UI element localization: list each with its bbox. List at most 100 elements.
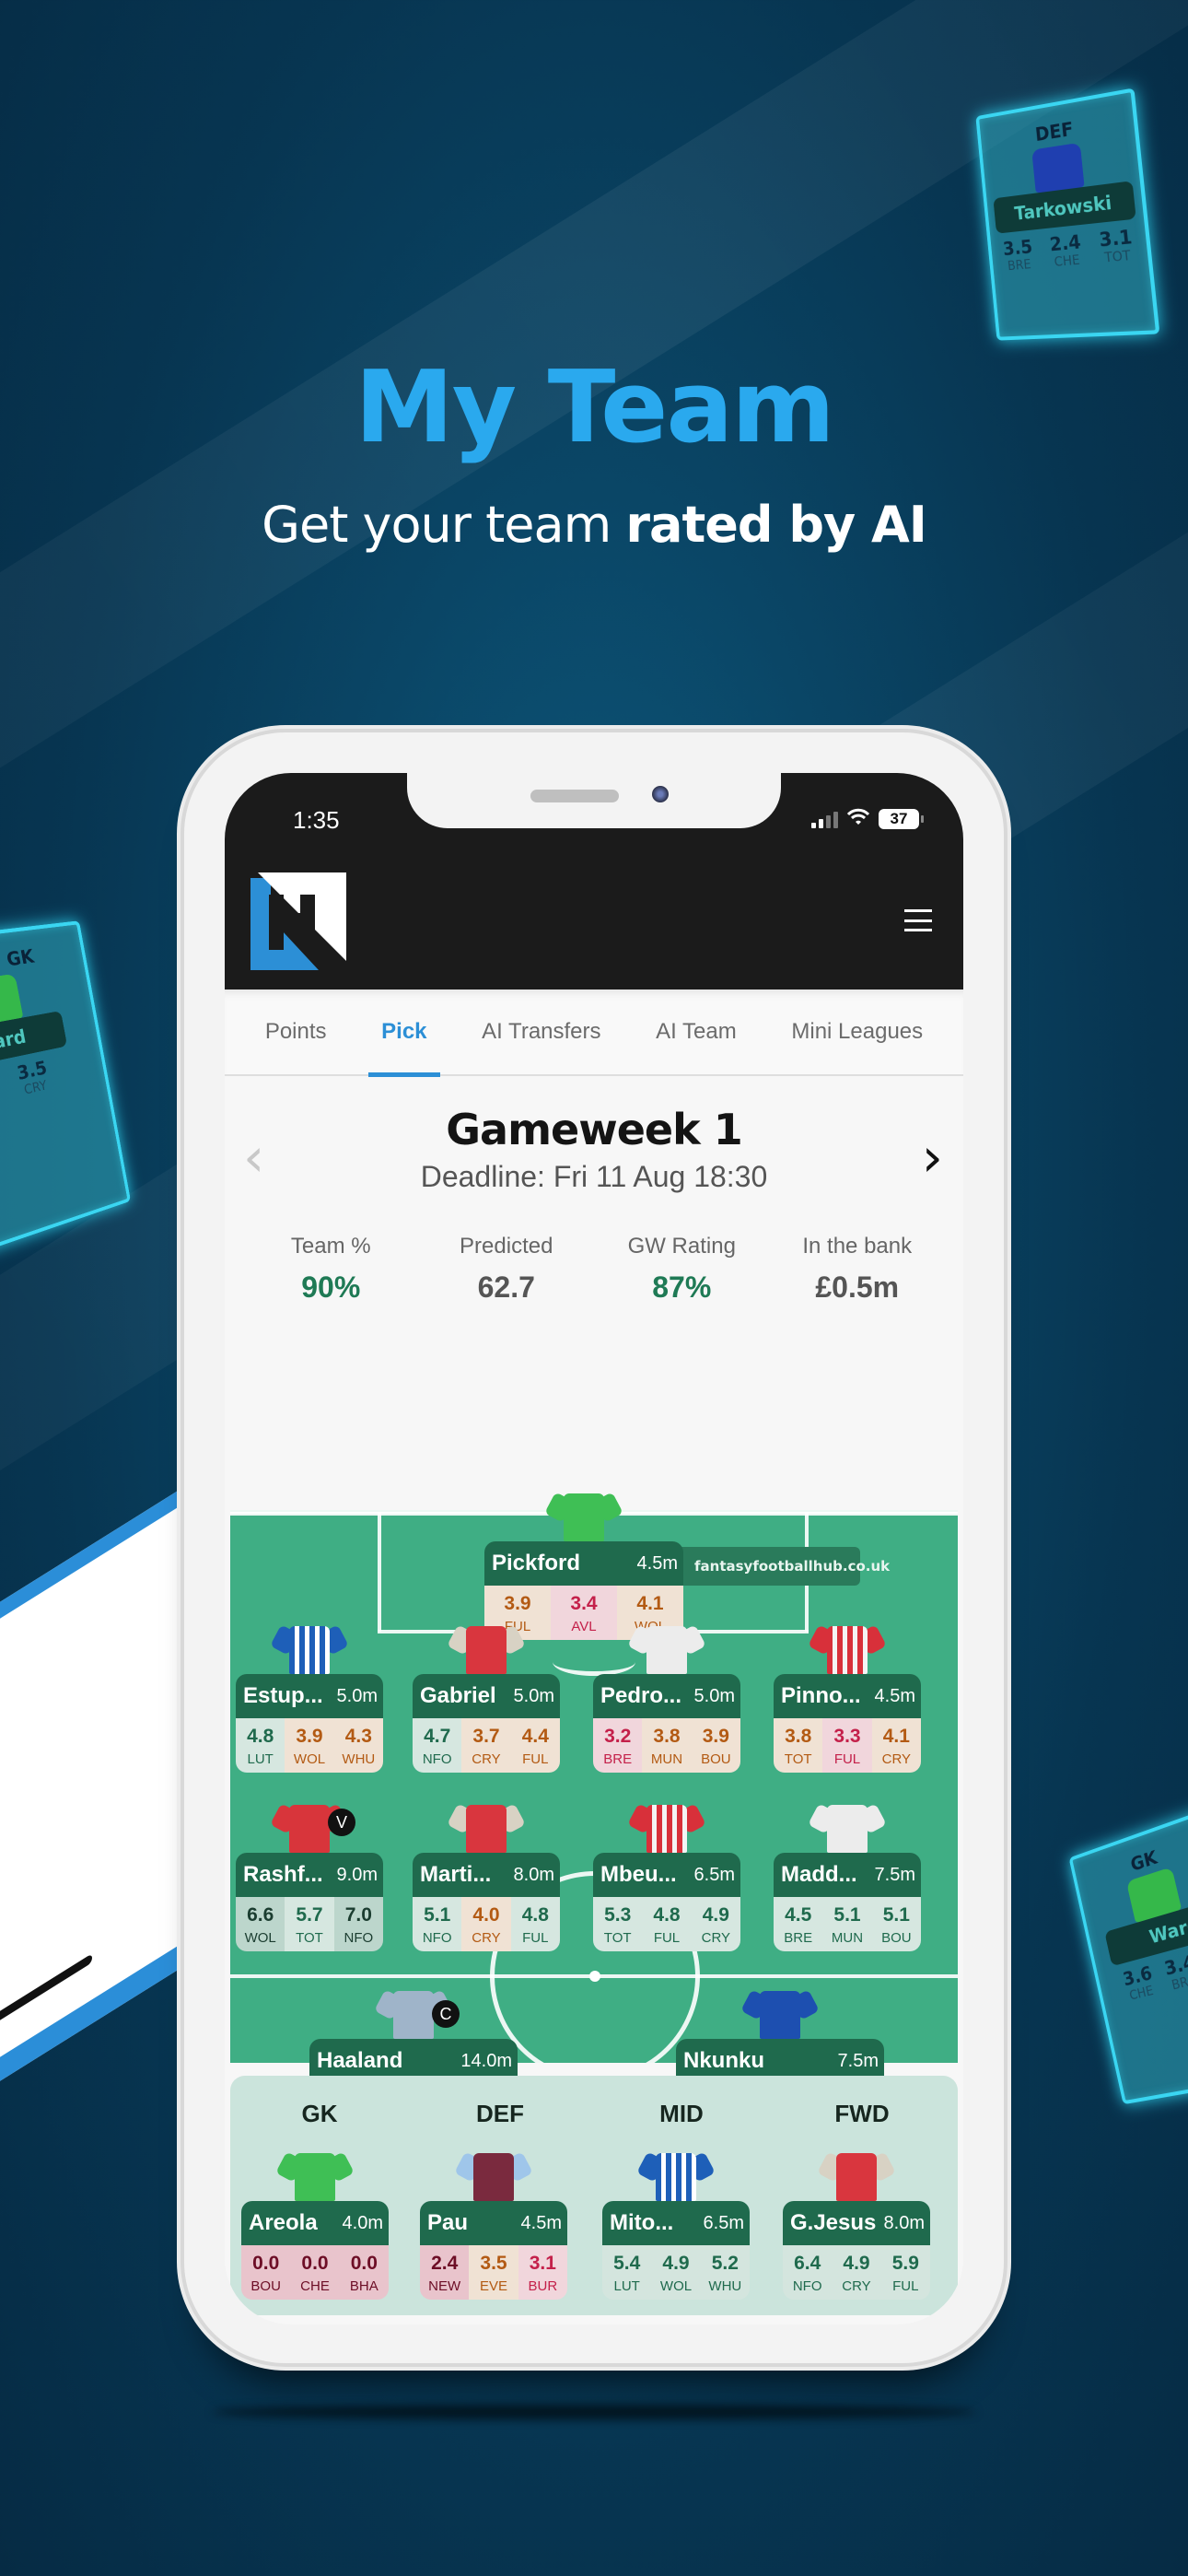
player-slot[interactable]: Mbeu... 6.5m 5.3 TOT 4.8 FUL 4.9 CRY bbox=[593, 1801, 740, 1951]
bench-position-label: DEF bbox=[476, 2100, 524, 2127]
floating-card-fixture: 3.1 TOT bbox=[1098, 225, 1135, 265]
fixture: 7.0 NFO bbox=[333, 1897, 383, 1951]
fixture: 3.2 BRE bbox=[593, 1718, 643, 1773]
player-card: Mito... 6.5m 5.4 LUT 4.9 WOL 5.2 WHU bbox=[602, 2201, 750, 2300]
fantasy-football-hub-logo[interactable] bbox=[250, 872, 346, 970]
player-price: 4.0m bbox=[342, 2212, 383, 2233]
fixture-value: 5.3 bbox=[604, 1904, 632, 1926]
player-shirt bbox=[420, 2149, 567, 2201]
player-card-header: Mito... 6.5m bbox=[602, 2201, 750, 2245]
team-stats: Team % 90% Predicted 62.7 GW Rating 87% … bbox=[225, 1234, 963, 1305]
fixture: 0.0 BOU bbox=[241, 2245, 291, 2300]
bench-player-slot[interactable]: G.Jesus 8.0m 6.4 NFO 4.9 CRY 5.9 FUL bbox=[783, 2149, 930, 2300]
player-name: Rashf... bbox=[243, 1862, 323, 1887]
player-card: Areola 4.0m 0.0 BOU 0.0 CHE 0.0 BHA bbox=[241, 2201, 389, 2300]
fixture-opponent: CHE bbox=[1054, 252, 1081, 270]
player-price: 5.0m bbox=[693, 1685, 735, 1706]
player-slot[interactable]: Madd... 7.5m 4.5 BRE 5.1 MUN 5.1 BOU bbox=[774, 1801, 921, 1951]
fixture-opponent: BOU bbox=[881, 1930, 912, 1946]
fixture-opponent: BOU bbox=[250, 2278, 281, 2294]
fixture-value: 5.1 bbox=[833, 1904, 861, 1926]
fixture-opponent: MUN bbox=[650, 1751, 683, 1767]
player-slot[interactable]: V Rashf... 9.0m 6.6 WOL 5.7 TOT 7.0 NFO bbox=[236, 1801, 383, 1951]
fixture-opponent: FUL bbox=[522, 1751, 549, 1767]
shirt-icon bbox=[270, 1622, 349, 1674]
fixture-value: 7.0 bbox=[344, 1904, 372, 1926]
stat-team-percent: Team % 90% bbox=[248, 1234, 413, 1305]
fixture-value: 4.9 bbox=[662, 2253, 690, 2274]
fixture-value: 5.9 bbox=[891, 2253, 919, 2274]
status-icons: 37 bbox=[811, 808, 924, 830]
watermark: fantasyfootballhub.co.uk bbox=[658, 1547, 890, 1586]
player-fixtures: 5.3 TOT 4.8 FUL 4.9 CRY bbox=[593, 1897, 740, 1951]
hero-subtitle-plain: Get your team bbox=[262, 496, 626, 554]
fixture: 4.8 FUL bbox=[510, 1897, 560, 1951]
fixture: 4.9 WOL bbox=[651, 2245, 701, 2300]
player-name: Pickford bbox=[492, 1551, 581, 1575]
player-shirt bbox=[676, 1987, 884, 2039]
player-shirt bbox=[783, 2149, 930, 2201]
player-card-header: Pinno... 4.5m bbox=[774, 1674, 921, 1718]
player-slot[interactable]: Pedro... 5.0m 3.2 BRE 3.8 MUN 3.9 BOU bbox=[593, 1622, 740, 1773]
stat-label: GW Rating bbox=[627, 1234, 736, 1259]
tab-ai-transfers[interactable]: AI Transfers bbox=[476, 989, 606, 1075]
player-name: Haaland bbox=[317, 2048, 403, 2073]
player-price: 4.5m bbox=[520, 2212, 562, 2233]
player-price: 5.0m bbox=[513, 1685, 554, 1706]
fixture-opponent: CRY bbox=[701, 1930, 731, 1946]
fixture: 5.1 NFO bbox=[413, 1897, 462, 1951]
pitch-marking bbox=[378, 1512, 381, 1632]
player-slot[interactable]: Marti... 8.0m 5.1 NFO 4.0 CRY 4.8 FUL bbox=[413, 1801, 560, 1951]
fixture-value: 4.0 bbox=[472, 1904, 500, 1926]
player-slot[interactable]: Pickford 4.5m 3.9 FUL 3.4 AVL 4.1 WOL bbox=[484, 1490, 683, 1640]
player-card: Pinno... 4.5m 3.8 TOT 3.3 FUL 4.1 CRY bbox=[774, 1674, 921, 1773]
player-name: Pau bbox=[427, 2210, 469, 2235]
player-fixtures: 2.4 NEW 3.5 EVE 3.1 BUR bbox=[420, 2245, 567, 2300]
stat-label: In the bank bbox=[802, 1234, 913, 1259]
player-shirt: V bbox=[236, 1801, 383, 1853]
fixture-opponent: BRE bbox=[784, 1930, 813, 1946]
player-card: Madd... 7.5m 4.5 BRE 5.1 MUN 5.1 BOU bbox=[774, 1853, 921, 1951]
fixture-opponent: NFO bbox=[422, 1751, 452, 1767]
fixture-value: 3.7 bbox=[472, 1726, 500, 1747]
bench-player-slot[interactable]: Pau 4.5m 2.4 NEW 3.5 EVE 3.1 BUR bbox=[420, 2149, 567, 2300]
player-card-header: Estup... 5.0m bbox=[236, 1674, 383, 1718]
hero-subtitle: Get your team rated by AI bbox=[0, 496, 1188, 554]
tab-pick[interactable]: Pick bbox=[368, 989, 440, 1077]
tab-points[interactable]: Points bbox=[260, 989, 332, 1075]
stat-bank: In the bank £0.5m bbox=[775, 1234, 940, 1305]
shirt-icon bbox=[454, 2149, 533, 2201]
phone-screen: 1:35 37 Points Pick AI Transfers AI Team… bbox=[225, 773, 963, 2324]
player-shirt bbox=[593, 1622, 740, 1674]
fixture-opponent: NEW bbox=[428, 2278, 461, 2294]
fixture: 3.7 CRY bbox=[461, 1718, 511, 1773]
player-slot[interactable]: Gabriel 5.0m 4.7 NFO 3.7 CRY 4.4 FUL bbox=[413, 1622, 560, 1773]
tab-mini-leagues[interactable]: Mini Leagues bbox=[786, 989, 928, 1075]
bench-player-slot[interactable]: Areola 4.0m 0.0 BOU 0.0 CHE 0.0 BHA bbox=[241, 2149, 389, 2300]
fixture: 4.8 FUL bbox=[642, 1897, 692, 1951]
floating-player-card: GK Ward 3.6CHE 3.4BRE 3.CR bbox=[1068, 1800, 1188, 2105]
player-slot[interactable]: Pinno... 4.5m 3.8 TOT 3.3 FUL 4.1 CRY bbox=[774, 1622, 921, 1773]
player-name: Pedro... bbox=[600, 1683, 682, 1708]
fixture: 3.5 EVE bbox=[469, 2245, 518, 2300]
fixture: 4.9 CRY bbox=[691, 1897, 740, 1951]
player-fixtures: 5.1 NFO 4.0 CRY 4.8 FUL bbox=[413, 1897, 560, 1951]
fixture-opponent: WHU bbox=[342, 1751, 376, 1767]
tab-bar: Points Pick AI Transfers AI Team Mini Le… bbox=[225, 989, 963, 1077]
tab-ai-team[interactable]: AI Team bbox=[650, 989, 742, 1075]
floating-card-fixture: 3.5 CRY bbox=[15, 1057, 51, 1099]
fixture-value: 0.0 bbox=[301, 2253, 329, 2274]
player-name: Gabriel bbox=[420, 1683, 496, 1708]
fixture-opponent: BRE bbox=[603, 1751, 633, 1767]
fixture-value: 3.9 bbox=[296, 1726, 323, 1747]
fixture: 4.0 CRY bbox=[461, 1897, 511, 1951]
hamburger-menu-icon[interactable] bbox=[904, 909, 932, 931]
fixture: 4.9 CRY bbox=[832, 2245, 881, 2300]
fixture-value: 5.7 bbox=[296, 1904, 323, 1926]
floating-card-fixture: 3.6 CHE bbox=[1121, 1961, 1157, 2004]
fixture-value: 4.4 bbox=[521, 1726, 549, 1747]
fixture: 5.4 LUT bbox=[602, 2245, 652, 2300]
player-slot[interactable]: Estup... 5.0m 4.8 LUT 3.9 WOL 4.3 WHU bbox=[236, 1622, 383, 1773]
bench-player-slot[interactable]: Mito... 6.5m 5.4 LUT 4.9 WOL 5.2 WHU bbox=[602, 2149, 750, 2300]
fixture-value: 6.6 bbox=[247, 1904, 274, 1926]
